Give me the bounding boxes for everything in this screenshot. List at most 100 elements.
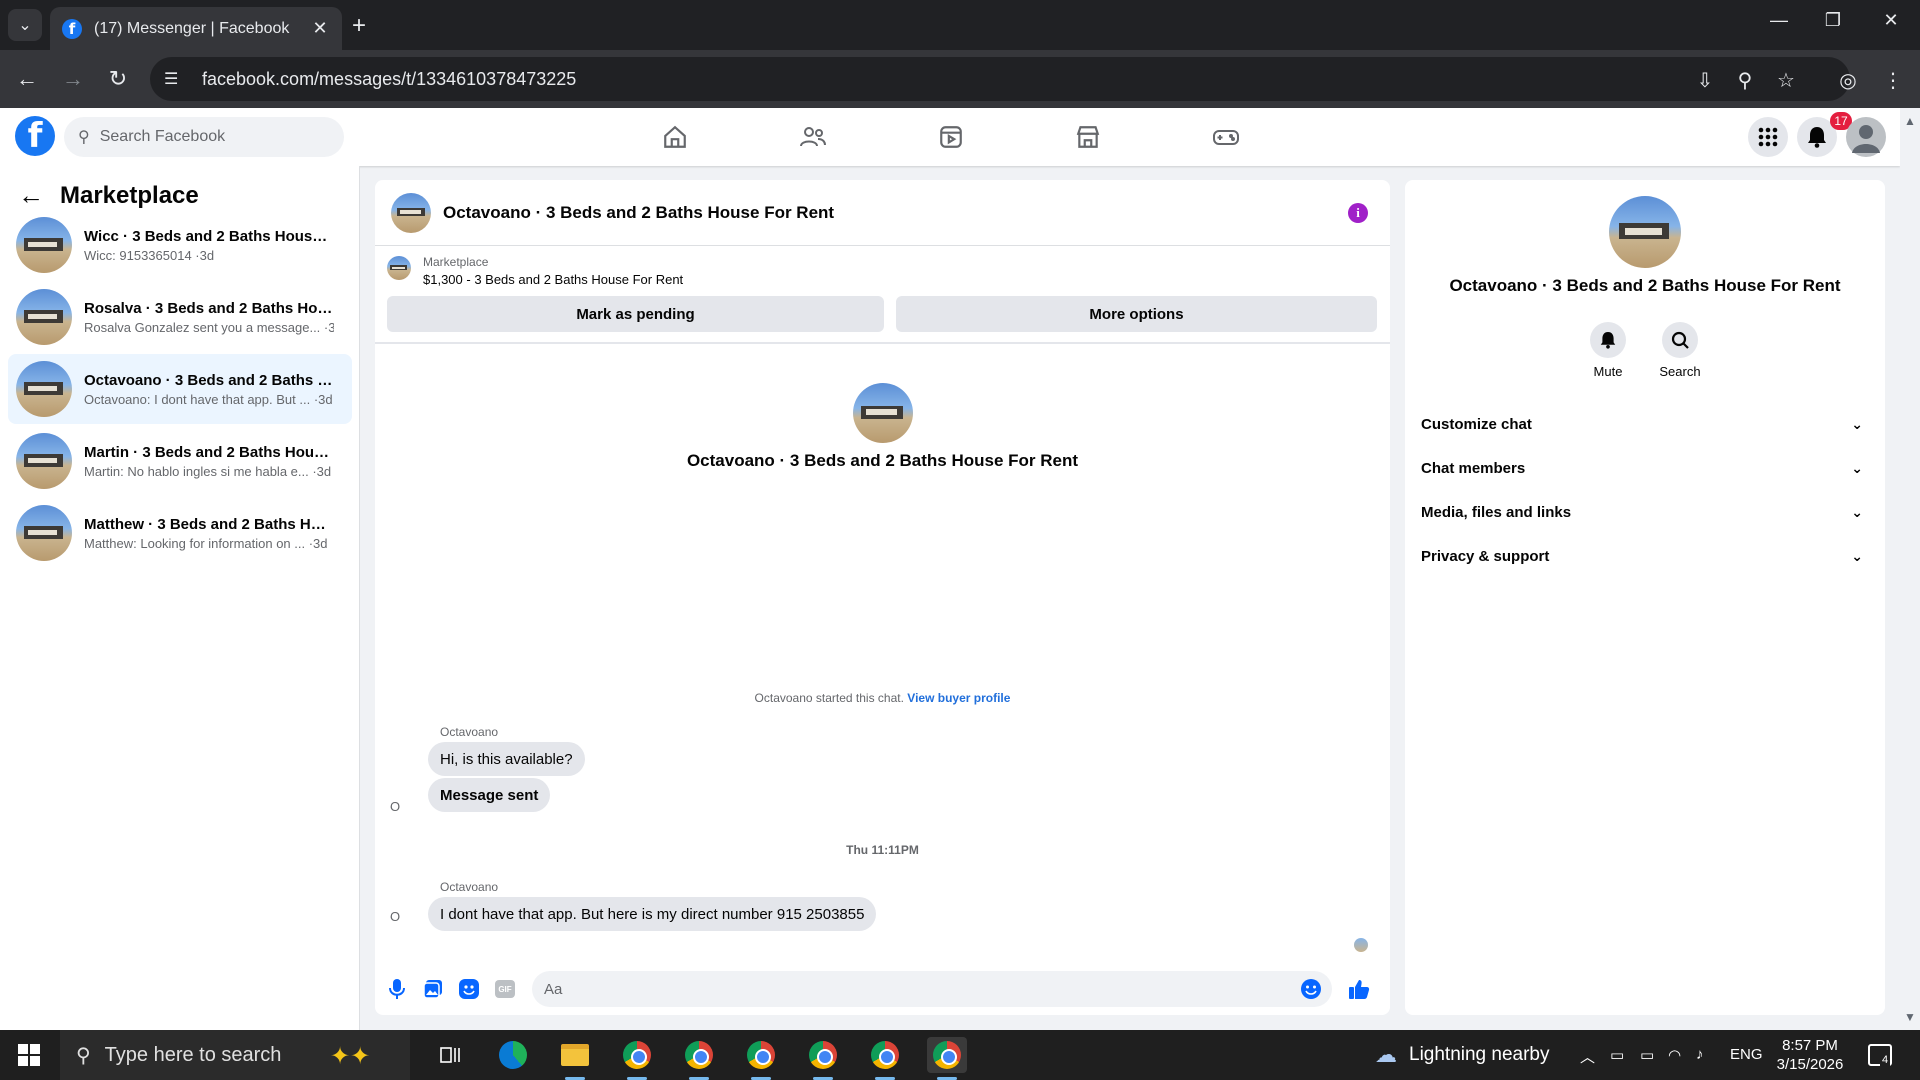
chrome-icon[interactable]: [679, 1037, 719, 1080]
chrome-icon[interactable]: [803, 1037, 843, 1080]
browser-tab[interactable]: f (17) Messenger | Facebook ✕: [50, 7, 342, 50]
media-files-links-section[interactable]: Media, files and links ⌄: [1421, 490, 1869, 534]
notification-center-count: 4: [1880, 1054, 1891, 1066]
chat-title[interactable]: Octavoano · 3 Beds and 2 Baths House For…: [443, 203, 834, 223]
account-avatar[interactable]: [1846, 117, 1886, 157]
tab-search-button[interactable]: ⌄: [8, 9, 42, 41]
tab-close-icon[interactable]: ✕: [310, 18, 330, 39]
message-bubble[interactable]: Hi, is this available?: [428, 742, 585, 776]
chat-started-text: Octavoano started this chat.: [754, 691, 904, 705]
minimize-button[interactable]: —: [1764, 10, 1794, 31]
profile-icon[interactable]: ◎: [1833, 68, 1863, 93]
copilot-sparkle-icon[interactable]: ✦✦: [330, 1042, 370, 1071]
chrome-icon-active[interactable]: [927, 1037, 967, 1080]
more-options-button[interactable]: More options: [896, 296, 1377, 332]
chevron-down-icon: ⌄: [1851, 547, 1863, 564]
language-indicator[interactable]: ENG: [1730, 1046, 1763, 1063]
gif-label: GIF: [495, 980, 515, 998]
mute-button[interactable]: Mute: [1578, 322, 1638, 379]
friends-icon[interactable]: [793, 120, 833, 154]
site-info-icon[interactable]: ☰: [164, 69, 190, 89]
close-window-button[interactable]: ✕: [1876, 10, 1906, 31]
camera-icon[interactable]: ▭: [1610, 1046, 1624, 1064]
battery-icon[interactable]: ▭: [1640, 1046, 1654, 1064]
wifi-icon[interactable]: ◠: [1668, 1046, 1681, 1064]
new-tab-button[interactable]: +: [352, 12, 366, 40]
message-bubble[interactable]: Message sent: [428, 778, 551, 812]
clock[interactable]: 8:57 PM 3/15/2026: [1770, 1036, 1850, 1074]
back-button[interactable]: ←: [12, 66, 42, 92]
tab-title: (17) Messenger | Facebook: [94, 19, 290, 37]
chrome-icon[interactable]: [741, 1037, 781, 1080]
browser-menu-icon[interactable]: ⋮: [1878, 68, 1908, 93]
file-explorer-icon[interactable]: [555, 1037, 595, 1080]
view-buyer-profile-link[interactable]: View buyer profile: [907, 691, 1010, 705]
bookmark-star-icon[interactable]: ☆: [1771, 68, 1801, 93]
sender-avatar-broken-image: O: [390, 792, 418, 820]
reload-button[interactable]: ↻: [103, 66, 133, 92]
search-in-chat-button[interactable]: Search: [1650, 322, 1710, 379]
listing-avatar: [16, 433, 72, 489]
emoji-icon[interactable]: [1300, 978, 1322, 1004]
task-view-icon[interactable]: [430, 1037, 470, 1073]
chrome-icon[interactable]: [865, 1037, 905, 1080]
gif-icon[interactable]: GIF: [493, 977, 517, 1001]
section-label: Customize chat: [1421, 415, 1532, 433]
info-icon[interactable]: i: [1348, 203, 1368, 223]
conversation-sidebar: ← Marketplace Wicc · 3 Beds and 2 Baths …: [0, 166, 360, 1030]
page-scrollbar[interactable]: ▲ ▼: [1900, 108, 1920, 1030]
listing-price-title[interactable]: $1,300 - 3 Beds and 2 Baths House For Re…: [423, 272, 683, 287]
chrome-icon[interactable]: [617, 1037, 657, 1080]
browser-tabbar: ⌄ f (17) Messenger | Facebook ✕ + — ❐ ✕: [0, 0, 1920, 50]
windows-start-icon[interactable]: [18, 1044, 40, 1066]
chat-avatar[interactable]: [391, 192, 431, 233]
microphone-icon[interactable]: [385, 977, 409, 1001]
chat-info-panel: Octavoano · 3 Beds and 2 Baths House For…: [1405, 180, 1885, 1015]
menu-grid-icon[interactable]: [1748, 117, 1788, 157]
conversation-item-active[interactable]: Octavoano · 3 Beds and 2 Baths H... Octa…: [8, 354, 352, 424]
show-hidden-icons-chevron-icon[interactable]: ︿: [1580, 1046, 1595, 1067]
section-label: Chat members: [1421, 459, 1526, 477]
volume-icon[interactable]: ♪: [1696, 1046, 1704, 1063]
watch-icon[interactable]: [931, 120, 971, 154]
back-arrow-icon[interactable]: ←: [18, 180, 44, 211]
facebook-header: f ⚲ Search Facebook 17: [0, 108, 1900, 166]
zoom-icon[interactable]: ⚲: [1730, 68, 1760, 93]
privacy-support-section[interactable]: Privacy & support ⌄: [1421, 534, 1869, 578]
taskbar-search-placeholder: Type here to search: [104, 1043, 282, 1066]
clock-date: 3/15/2026: [1776, 1056, 1844, 1073]
forward-button[interactable]: →: [58, 66, 88, 92]
weather-widget[interactable]: ☁ Lightning nearby: [1375, 1030, 1550, 1080]
chat-members-section[interactable]: Chat members ⌄: [1421, 446, 1869, 490]
install-app-icon[interactable]: ⇩: [1690, 68, 1720, 93]
conversation-item[interactable]: Wicc · 3 Beds and 2 Baths House F... Wic…: [8, 210, 352, 280]
restore-button[interactable]: ❐: [1818, 10, 1848, 31]
sender-name: Octavoano: [440, 880, 499, 894]
thumbs-up-icon[interactable]: [1347, 977, 1371, 1001]
photo-icon[interactable]: [421, 977, 445, 1001]
scroll-up-icon[interactable]: ▲: [1904, 114, 1916, 128]
facebook-logo-icon[interactable]: f: [15, 116, 55, 156]
gaming-icon[interactable]: [1206, 120, 1246, 154]
listing-avatar: [16, 217, 72, 273]
conversation-item[interactable]: Rosalva · 3 Beds and 2 Baths Hous... Ros…: [8, 282, 352, 352]
conversation-item[interactable]: Matthew · 3 Beds and 2 Baths Hou... Matt…: [8, 498, 352, 568]
mark-as-pending-button[interactable]: Mark as pending: [387, 296, 884, 332]
search-icon: ⚲: [76, 1044, 91, 1067]
marketplace-icon[interactable]: [1068, 120, 1108, 154]
edge-browser-icon[interactable]: [493, 1037, 533, 1073]
sticker-icon[interactable]: [457, 977, 481, 1001]
message-input[interactable]: Aa: [532, 971, 1332, 1007]
home-icon[interactable]: [655, 120, 695, 154]
conversation-item[interactable]: Martin · 3 Beds and 2 Baths House... Mar…: [8, 426, 352, 496]
scroll-down-icon[interactable]: ▼: [1904, 1010, 1916, 1024]
sidebar-header: ← Marketplace: [18, 180, 199, 211]
search-placeholder: Search Facebook: [99, 128, 226, 145]
listing-avatar: [16, 361, 72, 417]
address-bar[interactable]: ☰ facebook.com/messages/t/13346103784732…: [150, 57, 1850, 101]
message-bubble[interactable]: I dont have that app. But here is my dir…: [428, 897, 877, 931]
message-timestamp: Thu 11:11PM: [846, 843, 919, 857]
facebook-search-input[interactable]: ⚲ Search Facebook: [64, 117, 344, 157]
customize-chat-section[interactable]: Customize chat ⌄: [1421, 402, 1869, 446]
conversation-snippet: Rosalva Gonzalez sent you a message... ·…: [84, 319, 334, 335]
